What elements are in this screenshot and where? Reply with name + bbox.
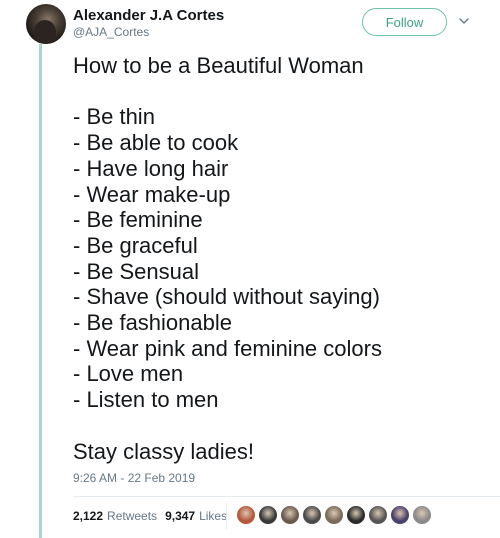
author-avatar[interactable] [26, 4, 66, 44]
follow-button[interactable]: Follow [362, 8, 447, 36]
retweets-stat[interactable]: 2,122 Retweets [73, 509, 157, 523]
thread-line [39, 44, 42, 538]
likes-label: Likes [199, 509, 228, 523]
liker-avatar[interactable] [368, 505, 388, 525]
retweets-count: 2,122 [73, 509, 104, 523]
liker-avatar[interactable] [324, 505, 344, 525]
tweet-stats: 2,122 Retweets 9,347 Likes [73, 509, 227, 523]
liker-avatar[interactable] [236, 505, 256, 525]
likes-count: 9,347 [165, 509, 196, 523]
liker-avatar[interactable] [280, 505, 300, 525]
liker-avatar[interactable] [258, 505, 278, 525]
liker-avatar[interactable] [302, 505, 322, 525]
likes-stat[interactable]: 9,347 Likes [165, 509, 227, 523]
liker-avatar[interactable] [390, 505, 410, 525]
tweet-timestamp[interactable]: 9:26 AM - 22 Feb 2019 [73, 471, 195, 485]
liker-avatar[interactable] [346, 505, 366, 525]
retweets-label: Retweets [107, 509, 158, 523]
liker-avatars [236, 505, 432, 525]
author-display-name[interactable]: Alexander J.A Cortes [73, 7, 224, 24]
liker-avatar[interactable] [412, 505, 432, 525]
author-handle[interactable]: @AJA_Cortes [73, 25, 149, 39]
chevron-down-icon[interactable] [459, 16, 469, 26]
stats-divider [73, 496, 500, 497]
stats-separator [226, 503, 227, 529]
tweet-text: How to be a Beautiful Woman - Be thin - … [73, 53, 382, 464]
